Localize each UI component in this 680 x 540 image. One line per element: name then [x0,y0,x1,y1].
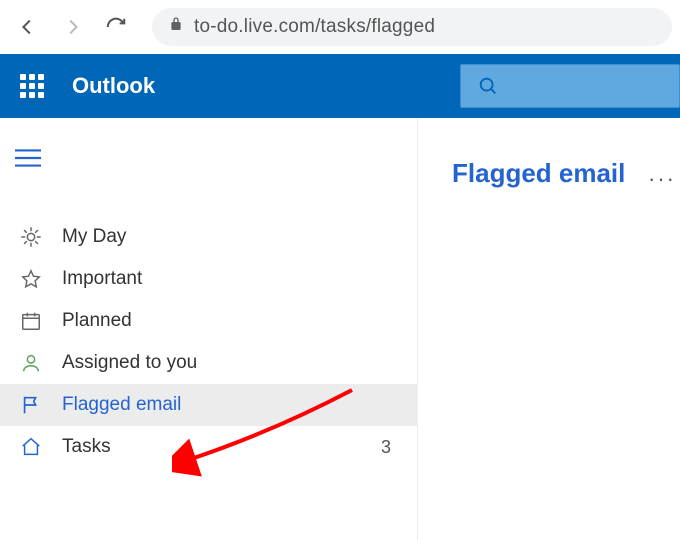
sun-icon [18,226,44,248]
waffle-icon [20,74,44,98]
star-icon [18,268,44,290]
calendar-icon [18,310,44,332]
brand-label: Outlook [72,73,155,99]
sidebar: My Day Important Planned Assigned to you [0,118,418,540]
app-launcher-button[interactable] [8,62,56,110]
sidebar-item-label: Flagged email [62,394,181,416]
person-icon [18,352,44,374]
address-bar[interactable]: to-do.live.com/tasks/flagged [152,8,672,46]
sidebar-item-flagged-email[interactable]: Flagged email [0,384,417,426]
app-header: Outlook [0,54,680,118]
forward-button[interactable] [52,7,92,47]
page-title: Flagged email [452,158,625,189]
lock-icon [168,16,184,38]
search-box[interactable] [460,64,680,108]
main-panel: Flagged email ··· [418,118,680,540]
more-options-button[interactable]: ··· [648,166,676,192]
sidebar-item-label: Assigned to you [62,352,197,374]
browser-toolbar: to-do.live.com/tasks/flagged [0,0,680,54]
search-icon [477,75,499,97]
content-area: My Day Important Planned Assigned to you [0,118,680,540]
sidebar-item-label: Important [62,268,142,290]
sidebar-item-count: 3 [381,437,399,458]
reload-button[interactable] [96,7,136,47]
sidebar-item-assigned[interactable]: Assigned to you [0,342,417,384]
sidebar-item-label: Tasks [62,436,111,458]
hamburger-icon [15,148,41,168]
flag-icon [18,394,44,416]
sidebar-item-my-day[interactable]: My Day [0,216,417,258]
url-text: to-do.live.com/tasks/flagged [194,16,435,38]
home-icon [18,436,44,458]
back-button[interactable] [8,7,48,47]
sidebar-item-label: Planned [62,310,132,332]
sidebar-item-planned[interactable]: Planned [0,300,417,342]
sidebar-item-tasks[interactable]: Tasks 3 [0,426,417,468]
sidebar-item-label: My Day [62,226,126,248]
sidebar-toggle-button[interactable] [2,136,54,180]
sidebar-item-important[interactable]: Important [0,258,417,300]
